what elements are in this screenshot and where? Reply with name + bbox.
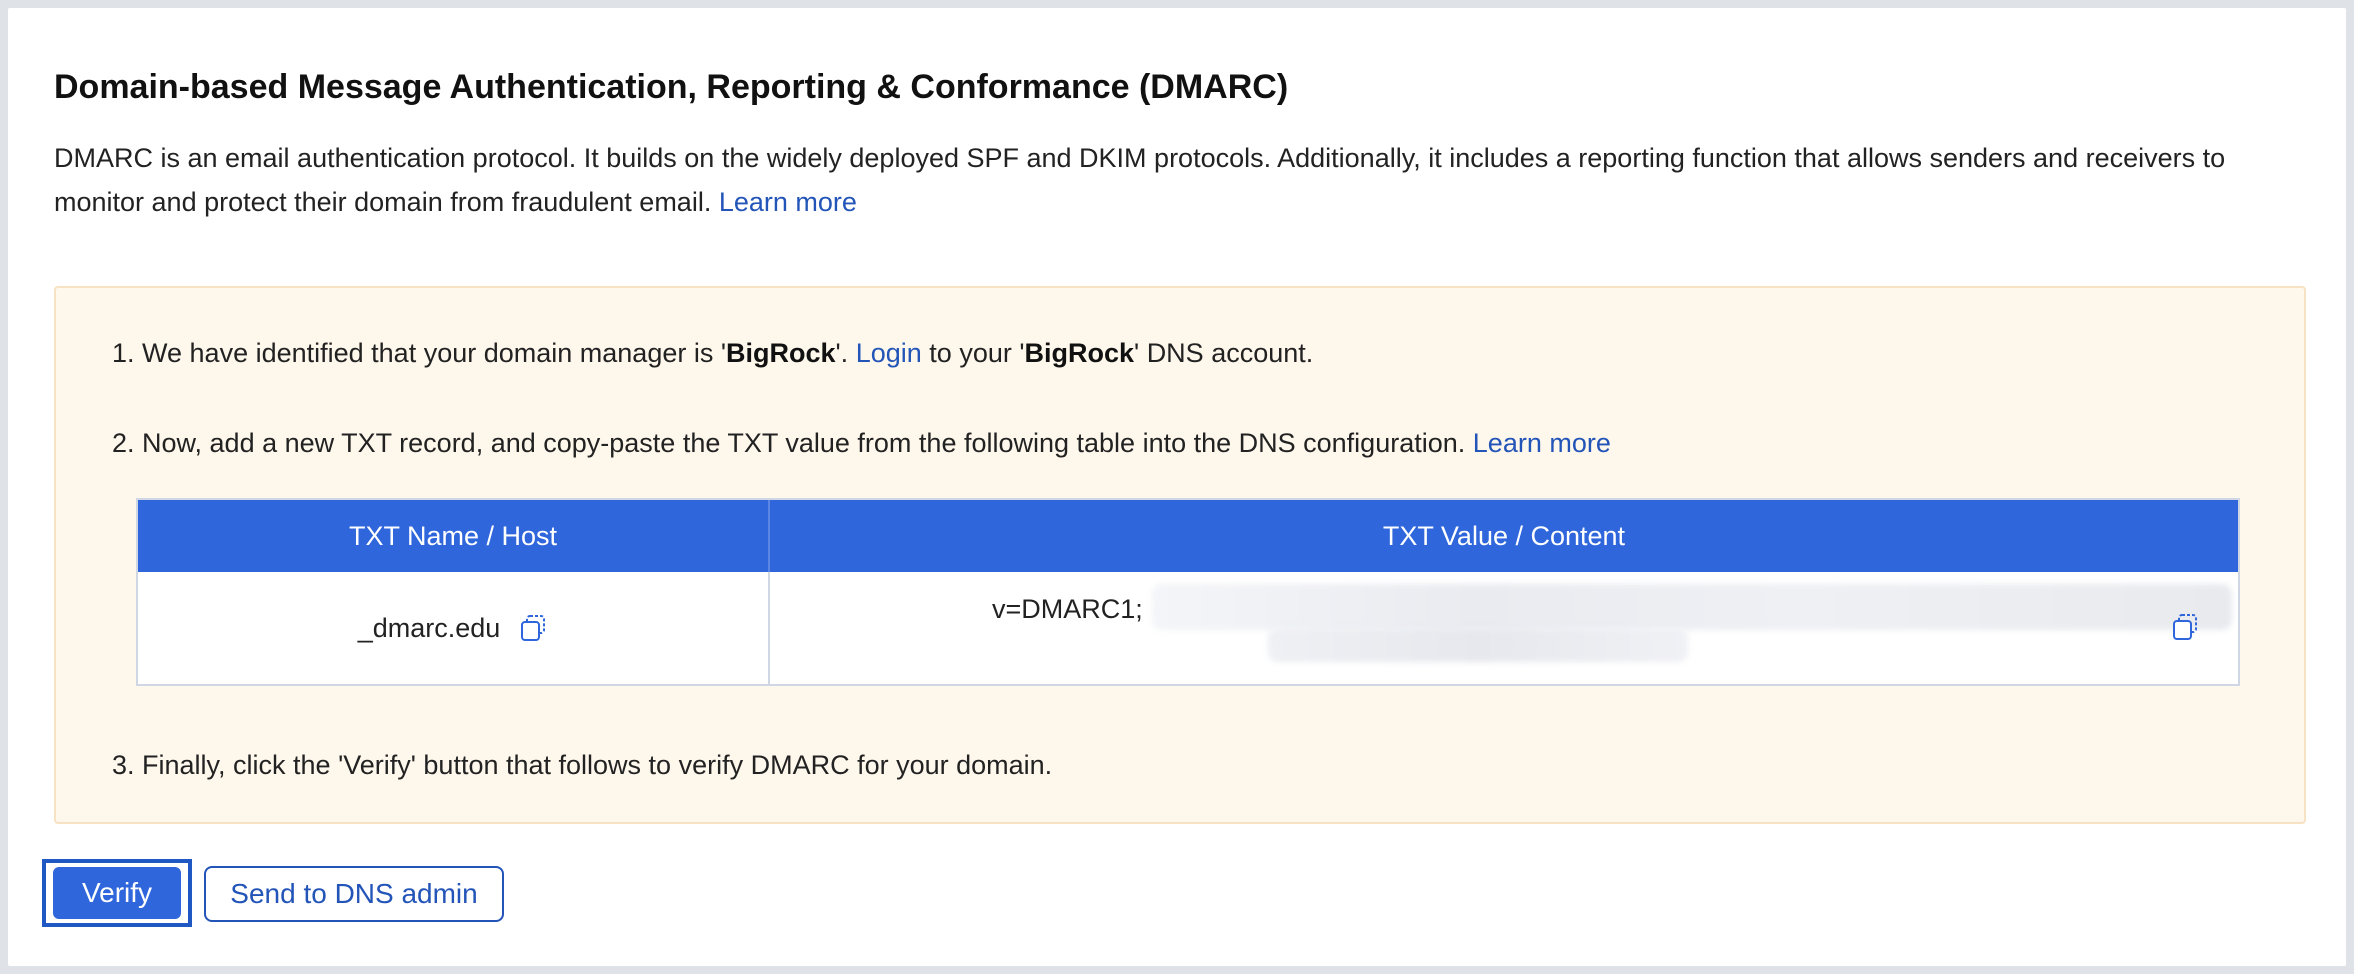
- page-title: Domain-based Message Authentication, Rep…: [54, 68, 1289, 106]
- copy-value-icon[interactable]: [2170, 612, 2200, 642]
- domain-manager-name: BigRock: [726, 338, 836, 368]
- header-column-divider: [768, 500, 770, 572]
- copy-icon[interactable]: [518, 613, 548, 643]
- table-header: TXT Name / Host TXT Value / Content: [138, 500, 2238, 572]
- host-value: _dmarc.edu: [357, 612, 501, 643]
- verify-button[interactable]: Verify: [42, 859, 192, 927]
- step-1: 1. We have identified that your domain m…: [112, 338, 1314, 368]
- redacted-value-2: [1268, 628, 1688, 662]
- domain-manager-name-2: BigRock: [1024, 338, 1135, 368]
- description-text: DMARC is an email authentication protoco…: [54, 143, 2226, 217]
- login-link[interactable]: Login: [856, 338, 922, 368]
- step-3: 3. Finally, click the 'Verify' button th…: [112, 750, 1053, 780]
- host-cell: _dmarc.edu: [138, 572, 768, 684]
- header-txt-name: TXT Name / Host: [348, 521, 558, 551]
- description: DMARC is an email authentication protoco…: [54, 136, 2294, 224]
- learn-more-link[interactable]: Learn more: [719, 187, 857, 217]
- step-2: 2. Now, add a new TXT record, and copy-p…: [112, 428, 1611, 458]
- value-cell: v=DMARC1;: [770, 572, 2238, 684]
- redacted-value: [1152, 584, 2232, 630]
- txt-value: v=DMARC1;: [992, 594, 1143, 624]
- send-to-dns-admin-button[interactable]: Send to DNS admin: [204, 866, 504, 922]
- header-txt-value: TXT Value / Content: [1382, 521, 1626, 551]
- learn-more-link-2[interactable]: Learn more: [1473, 428, 1611, 458]
- txt-record-table: TXT Name / Host TXT Value / Content _dma…: [136, 498, 2240, 686]
- verify-button-label: Verify: [53, 867, 181, 919]
